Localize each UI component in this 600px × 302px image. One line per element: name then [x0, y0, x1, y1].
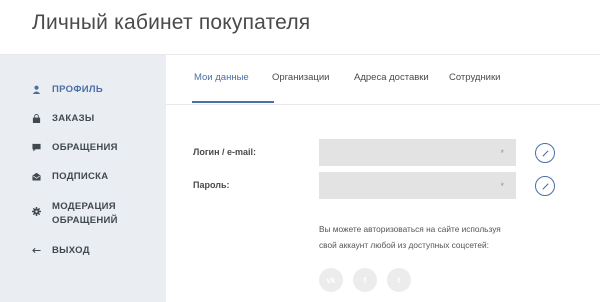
password-label: Пароль: — [193, 180, 230, 190]
social-login-note: Вы можете авторизоваться на сайте исполь… — [319, 221, 529, 253]
edit-password-button[interactable] — [535, 176, 555, 196]
sidebar-item-logout[interactable]: ВЫХОД — [32, 244, 162, 258]
tab-my-data[interactable]: Мои данные — [194, 72, 249, 83]
page-header: Личный кабинет покупателя — [0, 0, 600, 55]
tab-bar: Мои данные Организации Адреса доставки С… — [166, 55, 600, 105]
sidebar-item-label: ВЫХОД — [52, 245, 90, 256]
masked-value: * — [500, 148, 504, 158]
user-icon — [32, 85, 41, 94]
arrow-left-icon — [32, 246, 41, 255]
sidebar-item-subscription[interactable]: ПОДПИСКА — [32, 170, 162, 184]
envelope-icon — [32, 172, 41, 181]
twitter-icon[interactable]: t — [387, 268, 411, 292]
gear-icon — [32, 207, 41, 216]
social-note-line: Вы можете авторизоваться на сайте исполь… — [319, 224, 501, 234]
password-field[interactable]: * — [319, 172, 516, 199]
sidebar-item-label: ОБРАЩЕНИЯ — [52, 142, 118, 153]
masked-value: * — [500, 181, 504, 191]
tab-organizations[interactable]: Организации — [272, 72, 329, 83]
login-field[interactable]: * — [319, 139, 516, 166]
pencil-icon — [541, 149, 549, 157]
sidebar-item-requests[interactable]: ОБРАЩЕНИЯ — [32, 141, 162, 155]
facebook-label: f — [363, 275, 367, 285]
edit-login-button[interactable] — [535, 143, 555, 163]
twitter-label: t — [397, 275, 401, 285]
bag-icon — [32, 114, 41, 123]
vk-icon[interactable]: vk — [319, 268, 343, 292]
login-label: Логин / e-mail: — [193, 147, 257, 157]
tab-delivery-addresses[interactable]: Адреса доставки — [354, 72, 429, 83]
sidebar-item-label: ПОДПИСКА — [52, 171, 109, 182]
sidebar-item-orders[interactable]: ЗАКАЗЫ — [32, 112, 162, 126]
vk-label: vk — [326, 275, 336, 285]
sidebar-item-label: ПРОФИЛЬ — [52, 84, 103, 95]
sidebar-item-label: МОДЕРАЦИЯ ОБРАЩЕНИЙ — [52, 201, 118, 226]
sidebar-item-moderation[interactable]: МОДЕРАЦИЯ ОБРАЩЕНИЙ — [32, 200, 162, 228]
social-note-line: свой аккаунт любой из доступных соцсетей… — [319, 240, 489, 250]
page-title: Личный кабинет покупателя — [32, 11, 311, 34]
pencil-icon — [541, 182, 549, 190]
main-content: Мои данные Организации Адреса доставки С… — [166, 55, 600, 302]
chat-icon — [32, 143, 41, 152]
sidebar-item-label: ЗАКАЗЫ — [52, 113, 95, 124]
tab-employees[interactable]: Сотрудники — [449, 72, 500, 83]
sidebar: ПРОФИЛЬ ЗАКАЗЫ ОБРАЩЕНИЯ ПОДПИСКА МОДЕРА… — [0, 55, 166, 302]
active-tab-indicator — [192, 101, 274, 103]
facebook-icon[interactable]: f — [353, 268, 377, 292]
sidebar-item-profile[interactable]: ПРОФИЛЬ — [32, 83, 162, 97]
